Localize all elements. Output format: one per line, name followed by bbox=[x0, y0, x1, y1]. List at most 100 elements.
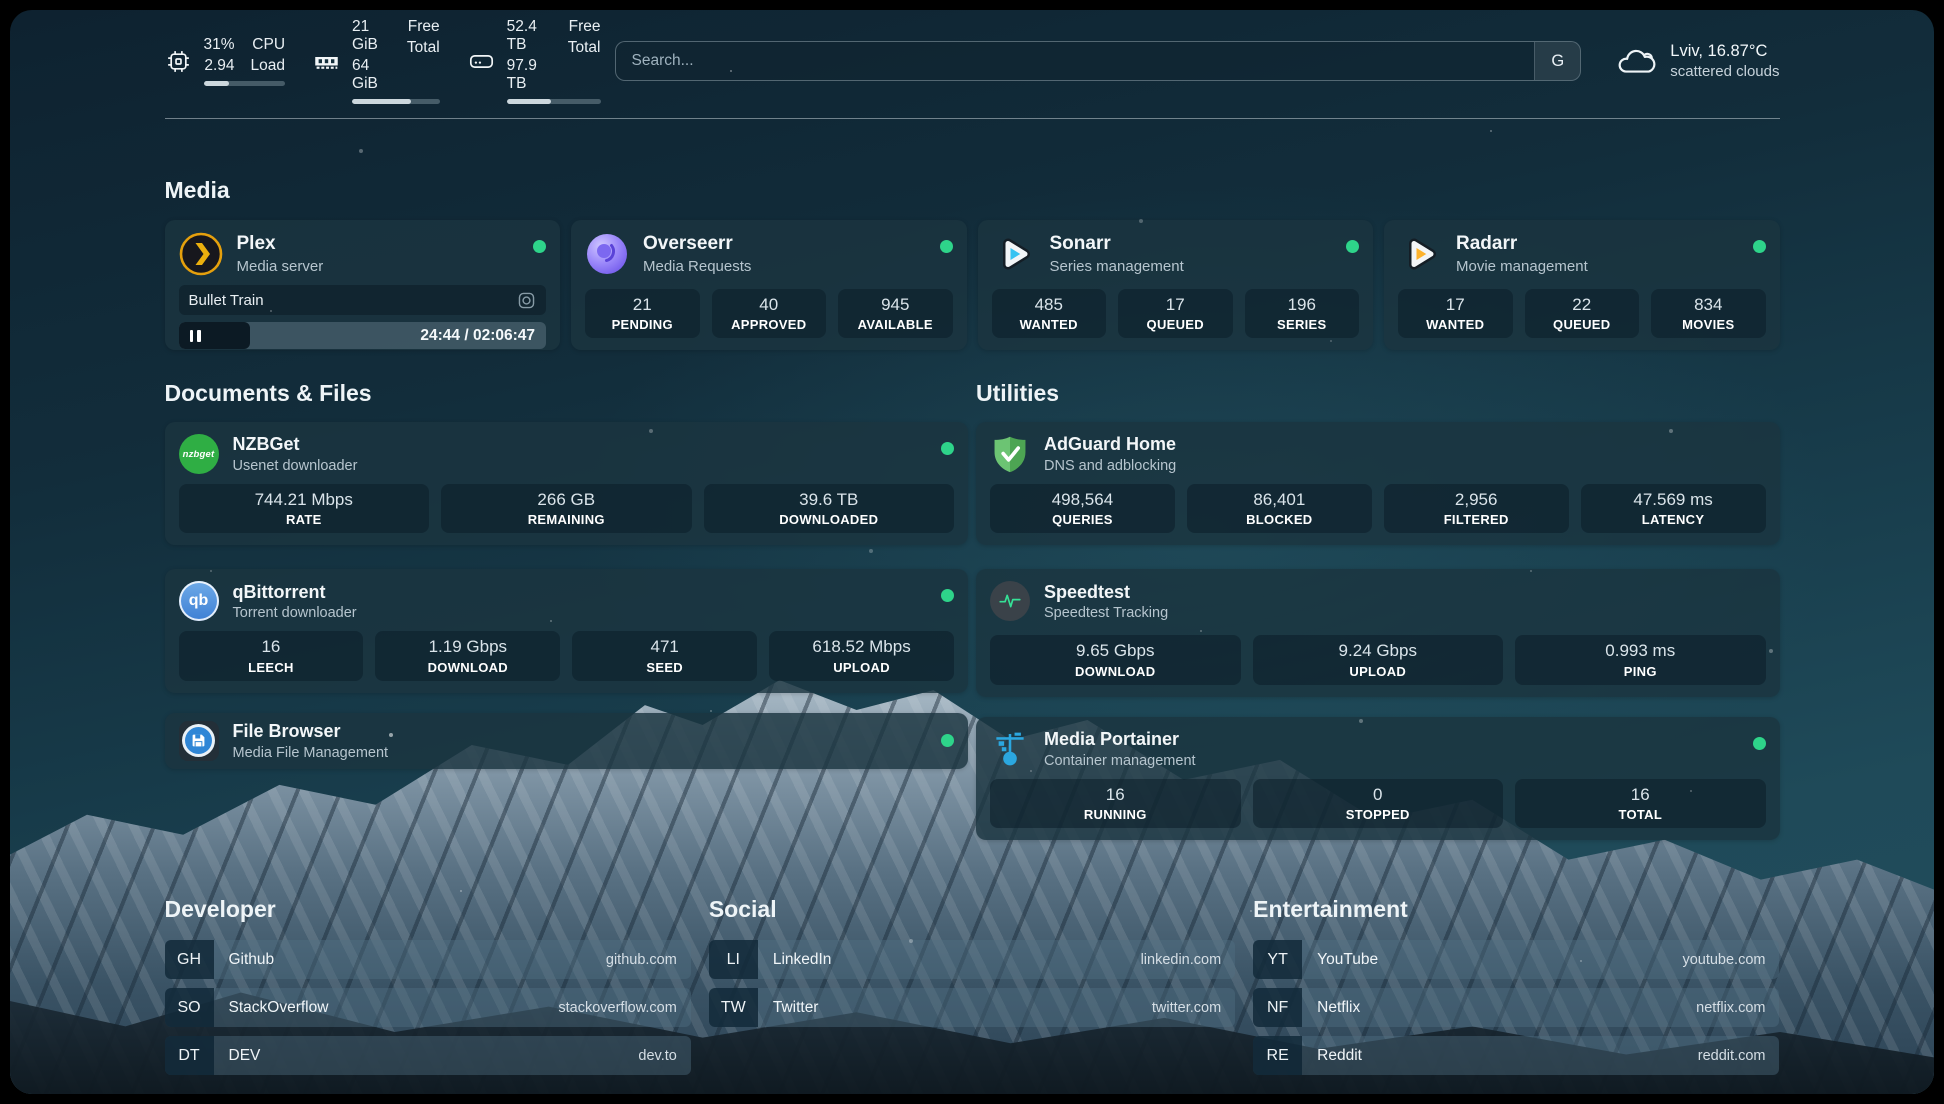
search-provider-button[interactable]: G bbox=[1534, 42, 1580, 80]
cpu-label: CPU bbox=[252, 36, 285, 54]
memory-progress-track bbox=[352, 99, 440, 104]
service-desc: Media Requests bbox=[643, 258, 751, 275]
disk-icon bbox=[468, 48, 495, 75]
media-grid: Plex Media server Bullet Train 24:44 / 0 bbox=[165, 220, 1780, 350]
bookmark-name: Twitter bbox=[773, 999, 819, 1017]
disk-widget: 52.4 TB 97.9 TB Free Total bbox=[468, 18, 601, 103]
stat-box: 22 QUEUED bbox=[1525, 289, 1640, 338]
bookmark-group-social: Social LI LinkedIn linkedin.com TW Twitt… bbox=[709, 896, 1235, 1075]
bookmark-name: Reddit bbox=[1317, 1047, 1362, 1065]
stat-box: 17 WANTED bbox=[1398, 289, 1513, 338]
service-card-speedtest[interactable]: Speedtest Speedtest Tracking 9.65 Gbps D… bbox=[976, 569, 1780, 696]
cpu-load-value: 2.94 bbox=[204, 57, 234, 75]
status-online-dot bbox=[1346, 240, 1359, 253]
disk-total-value: 97.9 TB bbox=[507, 57, 552, 93]
bookmark-name: YouTube bbox=[1317, 951, 1378, 969]
cpu-percent: 31% bbox=[204, 36, 235, 54]
status-online-dot bbox=[941, 734, 954, 747]
stat-box: 1.19 Gbps DOWNLOAD bbox=[375, 631, 560, 680]
bookmark-dev[interactable]: DT DEV dev.to bbox=[165, 1036, 691, 1075]
service-name: Speedtest bbox=[1044, 582, 1168, 604]
section-title-social: Social bbox=[709, 896, 1235, 923]
service-desc: Media server bbox=[237, 258, 324, 275]
stat-box: 266 GB REMAINING bbox=[441, 484, 692, 533]
service-desc: Media File Management bbox=[233, 745, 389, 761]
nzbget-icon: nzbget bbox=[179, 434, 219, 474]
filebrowser-icon bbox=[179, 721, 219, 761]
service-card-radarr[interactable]: Radarr Movie management 17 WANTED 22 QUE… bbox=[1384, 220, 1780, 350]
search-input[interactable] bbox=[616, 42, 1535, 80]
status-online-dot bbox=[1753, 240, 1766, 253]
now-playing-time: 24:44 / 02:06:47 bbox=[420, 327, 546, 345]
dashboard-frame: 31% 2.94 CPU Load bbox=[10, 10, 1934, 1094]
service-name: Media Portainer bbox=[1044, 729, 1196, 751]
section-title-developer: Developer bbox=[165, 896, 691, 923]
search-bar: G bbox=[615, 41, 1582, 81]
service-card-adguard[interactable]: AdGuard Home DNS and adblocking 498,564 … bbox=[976, 422, 1780, 545]
bookmark-stackoverflow[interactable]: SO StackOverflow stackoverflow.com bbox=[165, 988, 691, 1027]
section-title-entertainment: Entertainment bbox=[1253, 896, 1779, 923]
video-icon bbox=[517, 291, 536, 310]
bookmark-name: LinkedIn bbox=[773, 951, 832, 969]
speedtest-icon bbox=[990, 581, 1030, 621]
section-title-media: Media bbox=[165, 177, 1780, 204]
qbittorrent-icon: qb bbox=[179, 581, 219, 621]
cpu-icon bbox=[165, 48, 192, 75]
weather-condition: scattered clouds bbox=[1670, 63, 1779, 80]
section-title-documents: Documents & Files bbox=[165, 380, 969, 407]
stat-box: 834 MOVIES bbox=[1651, 289, 1766, 338]
bookmark-youtube[interactable]: YT YouTube youtube.com bbox=[1253, 940, 1779, 979]
service-desc: Movie management bbox=[1456, 258, 1588, 275]
memory-total-label: Total bbox=[407, 39, 440, 57]
service-name: AdGuard Home bbox=[1044, 434, 1176, 456]
cpu-load-label: Load bbox=[251, 57, 285, 75]
resource-widgets: 31% 2.94 CPU Load bbox=[165, 18, 601, 103]
documents-column: Documents & Files nzbget NZBGet Usenet d… bbox=[165, 380, 969, 769]
bookmark-netflix[interactable]: NF Netflix netflix.com bbox=[1253, 988, 1779, 1027]
status-online-dot bbox=[941, 442, 954, 455]
bookmark-abbr: GH bbox=[165, 940, 214, 979]
status-online-dot bbox=[941, 589, 954, 602]
overseerr-icon bbox=[585, 232, 629, 276]
bookmark-abbr: LI bbox=[709, 940, 758, 979]
stat-box: 498,564 QUERIES bbox=[990, 484, 1175, 533]
bookmark-url: dev.to bbox=[638, 1048, 676, 1064]
cpu-progress-track bbox=[204, 81, 286, 86]
service-card-qbittorrent[interactable]: qb qBittorrent Torrent downloader 16 LEE… bbox=[165, 569, 969, 692]
service-desc: Usenet downloader bbox=[233, 458, 358, 474]
bookmark-twitter[interactable]: TW Twitter twitter.com bbox=[709, 988, 1235, 1027]
stat-box: 945 AVAILABLE bbox=[838, 289, 953, 338]
adguard-icon bbox=[990, 434, 1030, 474]
bookmark-name: DEV bbox=[229, 1047, 261, 1065]
service-card-plex[interactable]: Plex Media server Bullet Train 24:44 / 0 bbox=[165, 220, 561, 350]
service-name: Overseerr bbox=[643, 233, 751, 256]
bookmark-github[interactable]: GH Github github.com bbox=[165, 940, 691, 979]
memory-icon bbox=[313, 48, 340, 75]
bookmark-name: Github bbox=[229, 951, 275, 969]
disk-free-value: 52.4 TB bbox=[507, 18, 552, 54]
memory-total-value: 64 GiB bbox=[352, 57, 391, 93]
bookmark-reddit[interactable]: RE Reddit reddit.com bbox=[1253, 1036, 1779, 1075]
status-online-dot bbox=[533, 240, 546, 253]
stat-box: 16 TOTAL bbox=[1515, 779, 1766, 828]
service-card-nzbget[interactable]: nzbget NZBGet Usenet downloader 744.21 M… bbox=[165, 422, 969, 545]
weather-location-temp: Lviv, 16.87°C bbox=[1670, 42, 1779, 61]
service-card-overseerr[interactable]: Overseerr Media Requests 21 PENDING 40 A… bbox=[571, 220, 967, 350]
service-card-sonarr[interactable]: Sonarr Series management 485 WANTED 17 Q… bbox=[978, 220, 1374, 350]
dashboard-content: 31% 2.94 CPU Load bbox=[165, 10, 1780, 1094]
section-title-utilities: Utilities bbox=[976, 380, 1780, 407]
service-name: qBittorrent bbox=[233, 582, 357, 604]
portainer-icon bbox=[990, 729, 1030, 769]
bookmark-url: github.com bbox=[606, 952, 677, 968]
service-card-filebrowser[interactable]: File Browser Media File Management bbox=[165, 713, 969, 769]
service-card-portainer[interactable]: Media Portainer Container management 16 … bbox=[976, 717, 1780, 840]
stat-box: 485 WANTED bbox=[992, 289, 1107, 338]
stat-box: 0 STOPPED bbox=[1253, 779, 1504, 828]
stat-box: 39.6 TB DOWNLOADED bbox=[704, 484, 955, 533]
status-online-dot bbox=[1753, 737, 1766, 750]
stat-box: 9.24 Gbps UPLOAD bbox=[1253, 635, 1504, 684]
bookmark-linkedin[interactable]: LI LinkedIn linkedin.com bbox=[709, 940, 1235, 979]
weather-widget: Lviv, 16.87°C scattered clouds bbox=[1615, 42, 1779, 80]
now-playing-row: Bullet Train bbox=[179, 285, 547, 315]
service-name: File Browser bbox=[233, 721, 389, 743]
